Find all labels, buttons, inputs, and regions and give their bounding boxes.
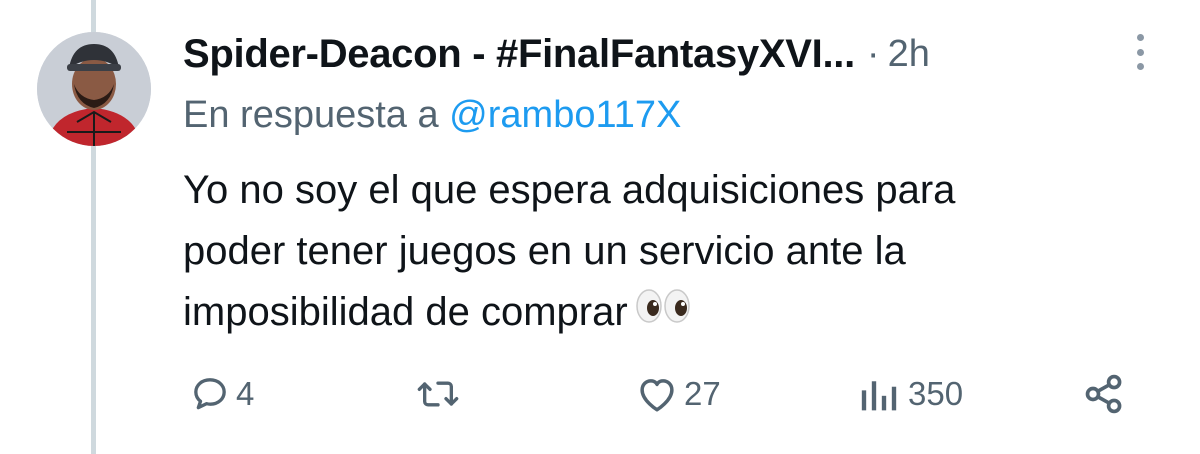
eyes-emoji-icon [635,280,690,341]
tweet-text-line: poder tener juegos en un servicio ante l… [183,221,1163,282]
like-count: 27 [684,375,721,412]
timestamp[interactable]: 2h [888,33,930,76]
views-count: 350 [908,375,964,412]
views-icon [858,374,902,414]
tweet-text-segment: poder tener juegos en un servicio ante l… [183,229,906,273]
retweet-button[interactable] [415,364,461,424]
share-icon [1082,372,1126,416]
reply-count: 4 [236,375,255,412]
reply-button[interactable]: 4 [190,364,254,424]
views-button[interactable]: 350 [858,364,963,424]
share-button[interactable] [1082,364,1126,424]
tweet-text-line: imposibilidad de comprar [183,282,1163,345]
reply-prefix: En respuesta a [183,94,439,136]
action-bar: 4 27 350 [0,364,1200,424]
avatar[interactable] [37,32,151,146]
like-icon [636,374,678,414]
reply-handle-link[interactable]: @rambo117X [449,94,681,136]
reply-icon [190,374,230,414]
separator-dot: · [866,32,880,75]
tweet[interactable]: Spider-Deacon - #FinalFantasyXVI... · 2h… [0,0,1200,454]
tweet-text-line: Yo no soy el que espera adquisiciones pa… [183,168,956,212]
tweet-header: Spider-Deacon - #FinalFantasyXVI... · 2h [183,26,930,82]
like-button[interactable]: 27 [636,364,721,424]
more-options-icon[interactable] [1128,34,1152,70]
display-name[interactable]: Spider-Deacon - #FinalFantasyXVI... [183,32,855,77]
tweet-text: Yo no soy el que espera adquisiciones pa… [183,160,1163,345]
tweet-text-segment: imposibilidad de comprar [183,290,628,334]
reply-context: En respuesta a @rambo117X [183,94,681,137]
retweet-icon [415,374,461,414]
